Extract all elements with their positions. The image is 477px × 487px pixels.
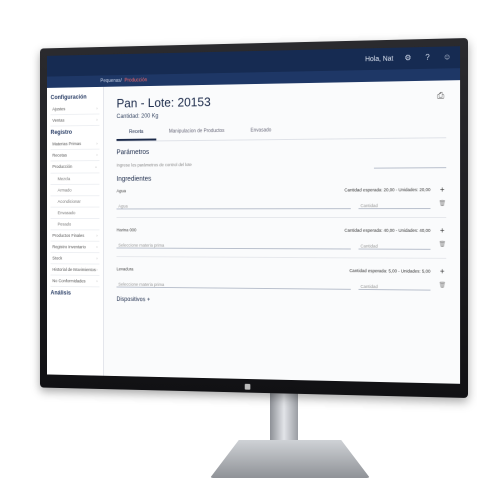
ingredients-title: Ingredientes	[116, 174, 446, 183]
sidebar-item-materias-primas[interactable]: Materias Primas ›	[51, 138, 100, 150]
user-greeting[interactable]: Hola, Nat	[365, 55, 393, 63]
divider	[116, 217, 446, 218]
ingredient-availability: Cantidad esperada: 5,00 - Unidades: 5,00	[206, 267, 431, 274]
add-icon[interactable]: +	[438, 185, 446, 194]
tab-receta[interactable]: Receta	[116, 125, 156, 141]
sidebar-subitem-acondicionar[interactable]: Acondicionar	[51, 196, 100, 207]
quantity-input[interactable]: Cantidad	[358, 239, 430, 250]
tab-envasado[interactable]: Envasado	[237, 123, 284, 139]
sidebar-item-ajustes[interactable]: Ajustes ›	[51, 103, 100, 115]
sidebar-heading-config: Configuración	[51, 95, 100, 102]
sidebar-subitem-mezcla[interactable]: Mezcla	[51, 173, 100, 185]
ingredient-select[interactable]: Seleccione materia prima	[116, 277, 350, 290]
breadcrumb-current: Producción	[125, 77, 148, 83]
screen: Hola, Nat ⚙ ? ☺ Pequenas / Producción Co…	[47, 46, 460, 384]
trash-icon[interactable]: 🗑	[438, 241, 446, 248]
chevron-right-icon: ›	[96, 117, 97, 122]
add-icon[interactable]: +	[438, 267, 446, 276]
sidebar-item-recetas[interactable]: Recetas ›	[51, 150, 100, 162]
tab-bar: Receta Manipulacion de Productos Envasad…	[116, 121, 446, 142]
sidebar-item-ventas[interactable]: Ventas ›	[51, 114, 100, 126]
sidebar-subitem-pesado[interactable]: Pesado	[51, 219, 100, 230]
sidebar-item-historial[interactable]: Historial de Movimientos ›	[51, 264, 100, 276]
chevron-right-icon: ›	[96, 245, 97, 250]
ingredient-availability: Cantidad esperada: 40,00 - Unidades: 40,…	[206, 228, 431, 233]
sidebar-heading-analisis[interactable]: Análisis	[51, 291, 100, 297]
ingredient-name: Agua	[116, 188, 198, 193]
monitor-base	[210, 440, 370, 478]
ingredient-select[interactable]: Seleccione materia prima	[116, 238, 350, 249]
sidebar-item-produccion[interactable]: Producción ⌄	[51, 161, 100, 174]
sidebar: Configuración Ajustes › Ventas › Registro …	[47, 87, 104, 376]
monitor-bezel: Hola, Nat ⚙ ? ☺ Pequenas / Producción Co…	[40, 38, 468, 398]
ingredient-availability: Cantidad esperada: 20,00 - Unidades: 20,…	[206, 187, 431, 193]
chevron-right-icon: ›	[96, 233, 97, 238]
trash-icon[interactable]: 🗑	[438, 200, 446, 207]
devices-title[interactable]: Dispositivos +	[116, 297, 446, 307]
chevron-right-icon: ›	[96, 152, 97, 157]
add-icon[interactable]: +	[438, 226, 446, 235]
tab-manipulacion[interactable]: Manipulacion de Productos	[156, 124, 237, 140]
main-content: ⎙ Pan - Lote: 20153 Cantidad: 200 Kg Rec…	[104, 80, 460, 384]
sidebar-subitem-armado[interactable]: Armado	[51, 185, 100, 197]
sidebar-item-registro-inventario[interactable]: Registro Inventario ›	[51, 242, 100, 254]
divider	[116, 256, 446, 259]
chevron-right-icon: ›	[96, 279, 97, 284]
sidebar-item-stock[interactable]: Stock ›	[51, 253, 100, 265]
ingredient-select[interactable]: Agua	[116, 198, 350, 209]
sidebar-subitem-envasado[interactable]: Envasado	[51, 208, 100, 219]
user-icon[interactable]: ☺	[442, 52, 452, 62]
monitor: Hola, Nat ⚙ ? ☺ Pequenas / Producción Co…	[0, 0, 477, 487]
ingredient-name: Harina 000	[116, 228, 198, 233]
parameters-hint: Ingrese los parámetros de control del lo…	[116, 161, 366, 168]
help-icon[interactable]: ?	[423, 53, 433, 63]
breadcrumb-home[interactable]: Pequenas	[100, 78, 120, 84]
page-subtitle: Cantidad: 200 Kg	[116, 109, 446, 120]
print-icon[interactable]: ⎙	[437, 90, 444, 101]
parameters-title: Parámetros	[116, 146, 446, 156]
quantity-input[interactable]: Cantidad	[358, 279, 430, 291]
chevron-down-icon: ⌄	[94, 164, 97, 170]
ingredient-name: Levadura	[116, 267, 198, 272]
monitor-logo	[245, 384, 251, 390]
chevron-right-icon: ›	[96, 267, 97, 272]
quantity-input[interactable]: Cantidad	[358, 198, 430, 209]
chevron-right-icon: ›	[96, 106, 97, 111]
plus-icon[interactable]: +	[147, 297, 150, 303]
chevron-right-icon: ›	[96, 141, 97, 146]
sidebar-item-productos-finales[interactable]: Productos Finales ›	[51, 230, 100, 241]
page-title: Pan - Lote: 20153	[116, 90, 446, 110]
sidebar-heading-registro: Registro	[51, 130, 100, 136]
trash-icon[interactable]: 🗑	[438, 282, 446, 289]
chevron-right-icon: ›	[96, 256, 97, 261]
parameter-input[interactable]	[374, 157, 446, 168]
sidebar-item-no-conformidades[interactable]: No Conformidades ›	[51, 276, 100, 288]
bell-icon[interactable]: ⚙	[403, 53, 413, 63]
